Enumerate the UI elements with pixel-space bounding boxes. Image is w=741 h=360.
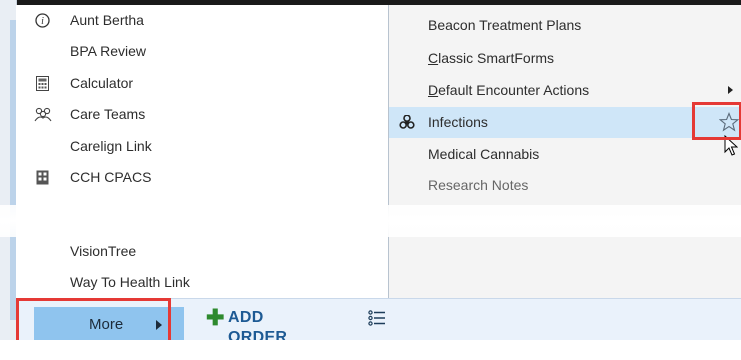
menu-item-label: Carelign Link <box>70 138 152 154</box>
blurred-separator <box>0 205 741 237</box>
window-left-edge <box>0 0 17 340</box>
bottom-strip <box>0 340 741 360</box>
menu-item-label: Aunt Bertha <box>70 12 144 28</box>
menu-item-carelign-link[interactable]: Carelign Link <box>16 131 388 162</box>
menu-item-infections[interactable]: Infections <box>389 107 741 138</box>
more-highlight-box <box>16 298 171 346</box>
menu-item-aunt-bertha[interactable]: i Aunt Bertha <box>16 5 388 36</box>
menu-item-label: Beacon Treatment Plans <box>428 17 582 33</box>
menu-item-visiontree[interactable]: VisionTree <box>16 236 388 267</box>
menu-item-label: Medical Cannabis <box>428 146 540 162</box>
calculator-icon <box>35 76 50 91</box>
menu-item-label: Calculator <box>70 75 134 91</box>
menu-item-label: Way To Health Link <box>70 274 190 290</box>
menu-item-research-notes[interactable]: Research Notes <box>389 170 741 201</box>
menu-item-way-to-health-link[interactable]: Way To Health Link <box>16 267 388 298</box>
list-options-icon[interactable] <box>368 310 386 326</box>
submenu-arrow-icon <box>728 86 733 94</box>
menu-item-label: BPA Review <box>70 43 146 59</box>
menu-item-label: Research Notes <box>428 177 529 193</box>
menu-item-label: Classic SmartForms <box>428 50 555 66</box>
care-teams-icon <box>34 107 52 122</box>
menu-item-label: Infections <box>428 114 488 130</box>
menu-item-cch-cpacs[interactable]: CCH CPACS <box>16 162 388 193</box>
building-icon <box>35 170 50 185</box>
menu-item-default-encounter-actions[interactable]: Default Encounter Actions <box>389 75 741 106</box>
menu-item-calculator[interactable]: Calculator <box>16 68 388 99</box>
svg-text:i: i <box>41 16 44 27</box>
menu-item-label: Care Teams <box>70 106 146 122</box>
more-menu-left-column: i Aunt Bertha BPA Review Calculator Care… <box>16 5 389 298</box>
menu-item-label: VisionTree <box>70 243 137 259</box>
menu-item-care-teams[interactable]: Care Teams <box>16 99 388 130</box>
menu-item-beacon-treatment-plans[interactable]: Beacon Treatment Plans <box>389 10 741 41</box>
menu-item-bpa-review[interactable]: BPA Review <box>16 36 388 67</box>
plus-icon: ✚ <box>206 305 225 330</box>
menu-item-classic-smartforms[interactable]: Classic SmartForms <box>389 43 741 74</box>
menu-item-label: CCH CPACS <box>70 169 152 185</box>
menu-item-label: Default Encounter Actions <box>428 82 590 98</box>
menu-item-medical-cannabis[interactable]: Medical Cannabis <box>389 139 741 170</box>
star-highlight-box <box>692 102 741 140</box>
info-icon: i <box>35 13 50 28</box>
biohazard-icon <box>399 115 415 130</box>
